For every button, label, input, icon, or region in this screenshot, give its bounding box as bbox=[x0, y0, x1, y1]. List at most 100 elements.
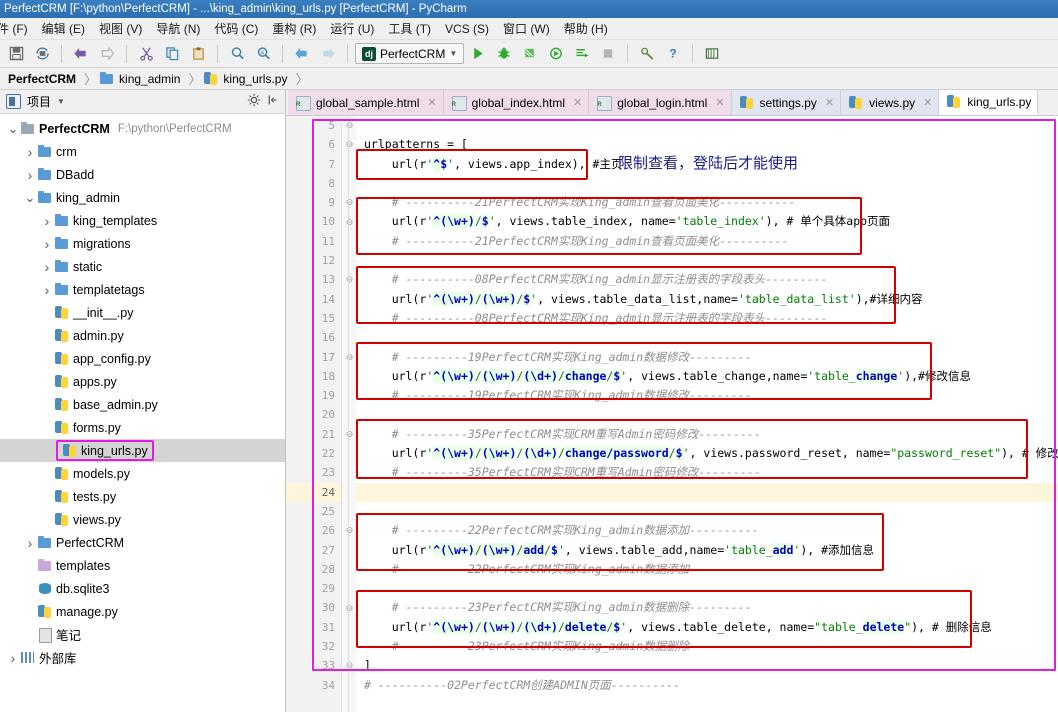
fold-marker[interactable]: ⊖ bbox=[344, 429, 355, 440]
breadcrumb-item-1[interactable]: king_admin bbox=[97, 71, 188, 86]
code-line[interactable]: url(r'^(\w+)/(\w+)/$', views.table_data_… bbox=[356, 290, 1058, 309]
menu-item-10[interactable]: 帮助 (H) bbox=[557, 18, 615, 39]
tree-node-__init__-py[interactable]: __init__.py bbox=[0, 301, 285, 324]
chevron-down-icon[interactable]: ⌄ bbox=[6, 122, 20, 135]
menu-item-2[interactable]: 视图 (V) bbox=[92, 18, 149, 39]
project-tree[interactable]: ⌄ PerfectCRM F:\python\PerfectCRM › crm › DBad… bbox=[0, 114, 285, 712]
menu-item-1[interactable]: 编辑 (E) bbox=[35, 18, 92, 39]
fold-marker[interactable]: ⊖ bbox=[344, 274, 355, 285]
chevron-right-icon[interactable]: › bbox=[40, 259, 54, 275]
breadcrumb-item-2[interactable]: king_urls.py bbox=[201, 71, 295, 86]
undo-icon[interactable] bbox=[69, 43, 93, 65]
fold-marker[interactable]: ⊖ bbox=[344, 217, 355, 228]
tree-node-templates[interactable]: templates bbox=[0, 554, 285, 577]
close-icon[interactable]: ✕ bbox=[923, 96, 932, 109]
code-line[interactable]: url(r'^(\w+)/(\w+)/add/$', views.table_a… bbox=[356, 541, 1058, 560]
menu-item-0[interactable]: 件 (F) bbox=[0, 18, 35, 39]
menu-item-9[interactable]: 窗口 (W) bbox=[496, 18, 557, 39]
search-icon[interactable] bbox=[225, 43, 249, 65]
sync-icon[interactable] bbox=[30, 43, 54, 65]
tree-node-dbadd[interactable]: › DBadd bbox=[0, 163, 285, 186]
editor-tab-king_urls-py[interactable]: king_urls.py bbox=[939, 90, 1039, 115]
breadcrumb-item-0[interactable]: PerfectCRM bbox=[6, 72, 84, 86]
forward-icon[interactable] bbox=[316, 43, 340, 65]
code-editor[interactable]: 5 6 7 8 9 10 11 12 13 14 15 16 17 18 19 20 21 22 23 24 25 26 2… bbox=[286, 116, 1058, 712]
replace-icon[interactable]: A bbox=[251, 43, 275, 65]
close-icon[interactable]: ✕ bbox=[427, 96, 436, 109]
code-folding-column[interactable]: ⊖ ⊖ ⊖ ⊖ ⊖ ⊖ ⊖ ⊖ ⊖ ⊖ bbox=[342, 116, 356, 712]
stop-icon[interactable] bbox=[596, 43, 620, 65]
chevron-right-icon[interactable]: › bbox=[6, 650, 20, 666]
code-line[interactable]: # ---------35PerfectCRM实现CRM重写Admin密码修改-… bbox=[356, 425, 1058, 444]
chevron-right-icon[interactable]: › bbox=[40, 236, 54, 252]
tree-node-crm[interactable]: › crm bbox=[0, 140, 285, 163]
tree-node-templatetags[interactable]: › templatetags bbox=[0, 278, 285, 301]
code-line[interactable]: # ---------19PerfectCRM实现King_admin数据修改-… bbox=[356, 348, 1058, 367]
menu-item-7[interactable]: 工具 (T) bbox=[381, 18, 438, 39]
help-icon[interactable]: ? bbox=[661, 43, 685, 65]
close-icon[interactable]: ✕ bbox=[573, 96, 582, 109]
code-line[interactable]: # ----------02PerfectCRM创建ADMIN页面-------… bbox=[356, 676, 1058, 695]
fold-marker[interactable]: ⊖ bbox=[344, 603, 355, 614]
tree-node-models-py[interactable]: models.py bbox=[0, 462, 285, 485]
code-line[interactable] bbox=[356, 251, 1058, 270]
chevron-down-icon[interactable]: ▼ bbox=[57, 97, 65, 106]
database-tool-icon[interactable] bbox=[700, 43, 724, 65]
chevron-right-icon[interactable]: › bbox=[23, 535, 37, 551]
code-line[interactable]: # ---------22PerfectCRM实现King_admin数据添加-… bbox=[356, 521, 1058, 540]
code-line[interactable] bbox=[356, 482, 1058, 502]
code-line[interactable] bbox=[356, 502, 1058, 521]
menu-item-4[interactable]: 代码 (C) bbox=[207, 18, 265, 39]
back-icon[interactable] bbox=[290, 43, 314, 65]
menu-item-5[interactable]: 重构 (R) bbox=[265, 18, 323, 39]
tree-node-static[interactable]: › static bbox=[0, 255, 285, 278]
tree-node-king_admin[interactable]: ⌄ king_admin bbox=[0, 186, 285, 209]
tree-node-forms-py[interactable]: forms.py bbox=[0, 416, 285, 439]
editor-tab-global_login-html[interactable]: global_login.html ✕ bbox=[589, 90, 732, 115]
code-line[interactable] bbox=[356, 579, 1058, 598]
code-line[interactable]: url(r'^(\w+)/(\w+)/(\d+)/change/$', view… bbox=[356, 367, 1058, 386]
code-line[interactable]: # ----------21PerfectCRM实现King_admin查看页面… bbox=[356, 193, 1058, 212]
chevron-right-icon[interactable]: › bbox=[40, 282, 54, 298]
tree-node-perfectcrm[interactable]: ⌄ PerfectCRM F:\python\PerfectCRM bbox=[0, 117, 285, 140]
editor-tab-views-py[interactable]: views.py ✕ bbox=[841, 90, 940, 115]
code-line[interactable] bbox=[356, 405, 1058, 424]
copy-icon[interactable] bbox=[160, 43, 184, 65]
code-line[interactable]: url(r'^(\w+)/$', views.table_index, name… bbox=[356, 212, 1058, 231]
code-line[interactable]: # ----------21PerfectCRM实现King_admin查看页面… bbox=[356, 232, 1058, 251]
code-line[interactable]: # ----------08PerfectCRM实现King_admin显示注册… bbox=[356, 309, 1058, 328]
menu-item-3[interactable]: 导航 (N) bbox=[149, 18, 207, 39]
run-configuration-selector[interactable]: dj PerfectCRM ▼ bbox=[355, 43, 465, 64]
tree-node-db-sqlite3[interactable]: db.sqlite3 bbox=[0, 577, 285, 600]
cut-icon[interactable] bbox=[134, 43, 158, 65]
chevron-down-icon[interactable]: ⌄ bbox=[23, 191, 37, 204]
tree-node-migrations[interactable]: › migrations bbox=[0, 232, 285, 255]
tree-node--[interactable]: 笔记 bbox=[0, 623, 285, 646]
chevron-right-icon[interactable]: › bbox=[23, 144, 37, 160]
editor-tab-settings-py[interactable]: settings.py ✕ bbox=[731, 90, 842, 115]
debug-icon[interactable] bbox=[492, 43, 516, 65]
tree-node-king_templates[interactable]: › king_templates bbox=[0, 209, 285, 232]
tree-node-views-py[interactable]: views.py bbox=[0, 508, 285, 531]
settings-icon[interactable] bbox=[635, 43, 659, 65]
editor-tab-global_index-html[interactable]: global_index.html ✕ bbox=[443, 90, 590, 115]
code-line[interactable]: url(r'^(\w+)/(\w+)/(\d+)/change/password… bbox=[356, 444, 1058, 463]
paste-icon[interactable] bbox=[186, 43, 210, 65]
save-all-icon[interactable] bbox=[4, 43, 28, 65]
fold-marker[interactable]: ⊖ bbox=[344, 525, 355, 536]
close-icon[interactable]: ✕ bbox=[715, 96, 724, 109]
close-icon[interactable]: ✕ bbox=[825, 96, 834, 109]
tree-node-manage-py[interactable]: manage.py bbox=[0, 600, 285, 623]
tree-node-tests-py[interactable]: tests.py bbox=[0, 485, 285, 508]
code-line[interactable]: # ---------19PerfectCRM实现King_admin数据修改-… bbox=[356, 386, 1058, 405]
fold-marker[interactable]: ⊖ bbox=[344, 120, 355, 131]
code-line[interactable]: # ---------22PerfectCRM实现King_admin数据添加-… bbox=[356, 560, 1058, 579]
code-line[interactable]: # ---------23PerfectCRM实现King_admin数据删除-… bbox=[356, 637, 1058, 656]
tree-node-perfectcrm[interactable]: › PerfectCRM bbox=[0, 531, 285, 554]
code-line[interactable] bbox=[356, 116, 1058, 135]
code-line[interactable]: # ----------08PerfectCRM实现King_admin显示注册… bbox=[356, 270, 1058, 289]
tree-node-apps-py[interactable]: apps.py bbox=[0, 370, 285, 393]
gear-icon[interactable] bbox=[247, 93, 261, 110]
chevron-right-icon[interactable]: › bbox=[23, 167, 37, 183]
tree-node-base_admin-py[interactable]: base_admin.py bbox=[0, 393, 285, 416]
